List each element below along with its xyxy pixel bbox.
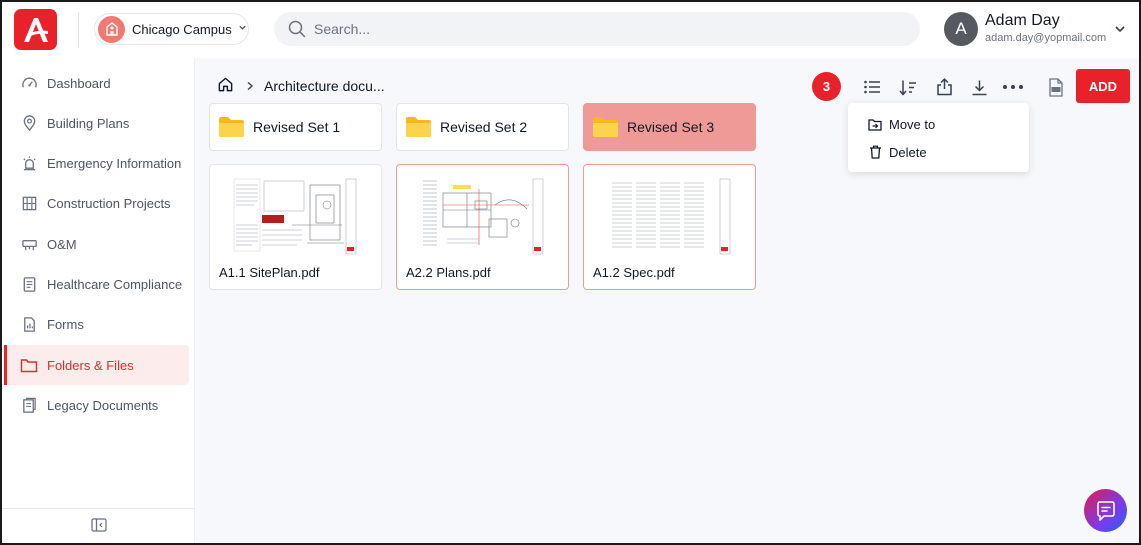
documents-icon	[20, 396, 38, 414]
menu-item-delete[interactable]: Delete	[848, 138, 1029, 166]
trash-icon	[868, 145, 882, 159]
logo-a-icon	[23, 17, 48, 42]
file-card-selected[interactable]: A2.2 Plans.pdf	[396, 164, 569, 290]
clipboard-icon	[20, 275, 38, 293]
more-options-menu: Move to Delete	[848, 103, 1029, 172]
add-button[interactable]: ADD	[1076, 69, 1130, 103]
folder-icon	[593, 117, 618, 137]
user-menu-chevron-icon[interactable]	[1114, 22, 1126, 40]
search-input[interactable]	[314, 21, 874, 37]
user-email: adam.day@yopmail.com	[985, 32, 1107, 44]
alarm-light-icon	[20, 154, 38, 172]
pdf-thumbnail	[606, 175, 732, 258]
app-logo[interactable]	[14, 9, 57, 50]
sidebar-item-label: Dashboard	[47, 75, 111, 91]
building-icon	[20, 194, 38, 212]
selected-count-badge: 3	[812, 72, 841, 101]
move-to-icon	[868, 117, 882, 131]
sort-icon[interactable]	[895, 74, 921, 100]
chevron-down-icon	[238, 23, 247, 35]
sidebar-item-label: Forms	[47, 316, 84, 332]
location-pin-icon	[20, 114, 38, 132]
menu-item-move-to[interactable]: Move to	[848, 110, 1029, 138]
sidebar-item-label: Folders & Files	[47, 357, 134, 373]
tools-icon	[20, 235, 38, 253]
download-icon[interactable]	[966, 74, 992, 100]
more-options-icon[interactable]	[1000, 74, 1026, 100]
gauge-icon	[20, 74, 38, 92]
sidebar-item-label: Construction Projects	[47, 195, 171, 211]
sidebar-item-label: Emergency Information	[47, 155, 182, 171]
search-bar	[274, 12, 920, 46]
pdf-thumbnail	[232, 175, 358, 258]
folder-name: Revised Set 2	[440, 119, 528, 135]
header-divider	[78, 12, 79, 48]
breadcrumb-separator-icon	[246, 79, 254, 94]
search-icon	[288, 20, 306, 38]
folder-name: Revised Set 3	[627, 119, 715, 135]
sidebar-item-construction-projects[interactable]: Construction Projects	[4, 183, 189, 223]
folder-icon	[406, 117, 431, 137]
sidebar-item-om[interactable]: O&M	[4, 224, 189, 264]
sidebar-footer	[2, 508, 195, 543]
app-window: Chicago Campus A Adam Day adam.day@yopma…	[0, 0, 1141, 545]
top-header: Chicago Campus A Adam Day adam.day@yopma…	[2, 2, 1139, 58]
file-name: A1.1 SitePlan.pdf	[219, 265, 320, 280]
file-card-selected[interactable]: A1.2 Spec.pdf	[583, 164, 756, 290]
folder-name: Revised Set 1	[253, 119, 341, 135]
sidebar: Dashboard Building Plans Emergency Infor…	[2, 58, 195, 543]
sidebar-item-legacy-documents[interactable]: Legacy Documents	[4, 385, 189, 425]
export-file-icon[interactable]	[1043, 74, 1069, 100]
collapse-sidebar-icon[interactable]	[90, 517, 107, 537]
file-card[interactable]: A1.1 SitePlan.pdf	[209, 164, 382, 290]
folder-card-selected[interactable]: Revised Set 3	[583, 103, 756, 151]
folder-icon	[219, 117, 244, 137]
folder-card[interactable]: Revised Set 1	[209, 103, 382, 151]
sidebar-item-label: Building Plans	[47, 115, 130, 131]
form-icon	[20, 315, 38, 333]
file-name: A2.2 Plans.pdf	[406, 265, 491, 280]
sidebar-item-label: O&M	[47, 236, 77, 252]
sidebar-item-forms[interactable]: Forms	[4, 304, 189, 344]
sidebar-item-healthcare-compliance[interactable]: Healthcare Compliance	[4, 264, 189, 304]
user-name: Adam Day	[985, 12, 1060, 29]
sidebar-item-folders-files[interactable]: Folders & Files	[4, 345, 189, 385]
menu-item-label: Move to	[889, 116, 936, 132]
user-avatar[interactable]: A	[944, 12, 978, 46]
breadcrumb: Architecture docu...	[217, 75, 385, 97]
sidebar-item-emergency-information[interactable]: Emergency Information	[4, 143, 189, 183]
sidebar-item-label: Legacy Documents	[47, 397, 159, 413]
pdf-thumbnail	[419, 175, 545, 258]
chat-support-button[interactable]	[1084, 489, 1127, 532]
campus-building-icon	[98, 15, 125, 43]
share-icon[interactable]	[931, 74, 957, 100]
folder-card[interactable]: Revised Set 2	[396, 103, 569, 151]
folder-icon	[20, 356, 38, 374]
home-icon[interactable]	[217, 76, 234, 96]
menu-item-label: Delete	[889, 144, 927, 160]
file-name: A1.2 Spec.pdf	[593, 265, 675, 280]
campus-label: Chicago Campus	[132, 21, 232, 37]
list-view-icon[interactable]	[859, 74, 885, 100]
sidebar-item-building-plans[interactable]: Building Plans	[4, 103, 189, 143]
campus-selector[interactable]: Chicago Campus	[94, 13, 249, 45]
sidebar-item-dashboard[interactable]: Dashboard	[4, 63, 189, 103]
breadcrumb-current: Architecture docu...	[264, 78, 385, 94]
chat-bubble-icon	[1096, 500, 1115, 521]
sidebar-item-label: Healthcare Compliance	[47, 276, 183, 292]
